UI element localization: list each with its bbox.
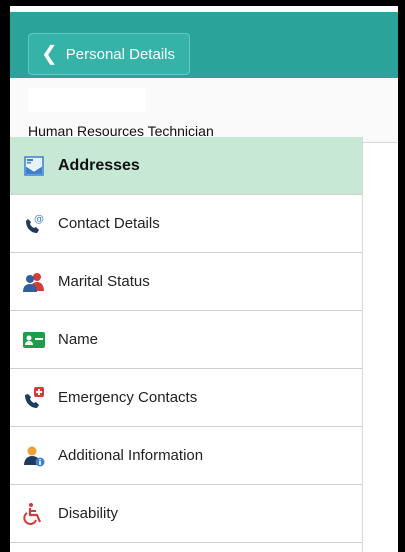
menu-item-contact-details[interactable]: @ Contact Details [10, 195, 362, 253]
back-button-label: Personal Details [65, 45, 175, 63]
pane-divider [362, 137, 363, 552]
id-card-icon [22, 328, 46, 352]
svg-text:@: @ [34, 214, 44, 225]
person-info-icon [22, 444, 46, 468]
couple-icon [22, 270, 46, 294]
back-to-personal-details-button[interactable]: ❮ Personal Details [28, 33, 190, 75]
profile-header: Human Resources Technician [10, 78, 398, 143]
menu-item-label: Addresses [58, 156, 140, 174]
menu-item-label: Additional Information [58, 447, 204, 464]
menu-item-label: Marital Status [58, 273, 150, 290]
wheelchair-icon [22, 502, 46, 526]
emergency-phone-icon [22, 386, 46, 410]
menu-item-marital-status[interactable]: Marital Status [10, 253, 362, 311]
menu-item-disability[interactable]: Disability [10, 485, 362, 543]
menu-item-label: Disability [58, 505, 119, 522]
contact-phone-icon: @ [22, 212, 46, 236]
menu-item-label: Contact Details [58, 215, 160, 232]
chevron-left-icon: ❮ [41, 43, 58, 65]
menu-item-addresses[interactable]: Addresses [10, 137, 362, 195]
personal-details-menu: Addresses @ Contact Details Marital Stat… [10, 137, 362, 543]
menu-item-name[interactable]: Name [10, 311, 362, 369]
menu-item-label: Name [58, 331, 99, 348]
employee-name-redacted [28, 88, 146, 112]
addresses-icon [22, 154, 46, 178]
menu-item-label: Emergency Contacts [58, 389, 198, 406]
menu-item-additional-information[interactable]: Additional Information [10, 427, 362, 485]
menu-item-emergency-contacts[interactable]: Emergency Contacts [10, 369, 362, 427]
